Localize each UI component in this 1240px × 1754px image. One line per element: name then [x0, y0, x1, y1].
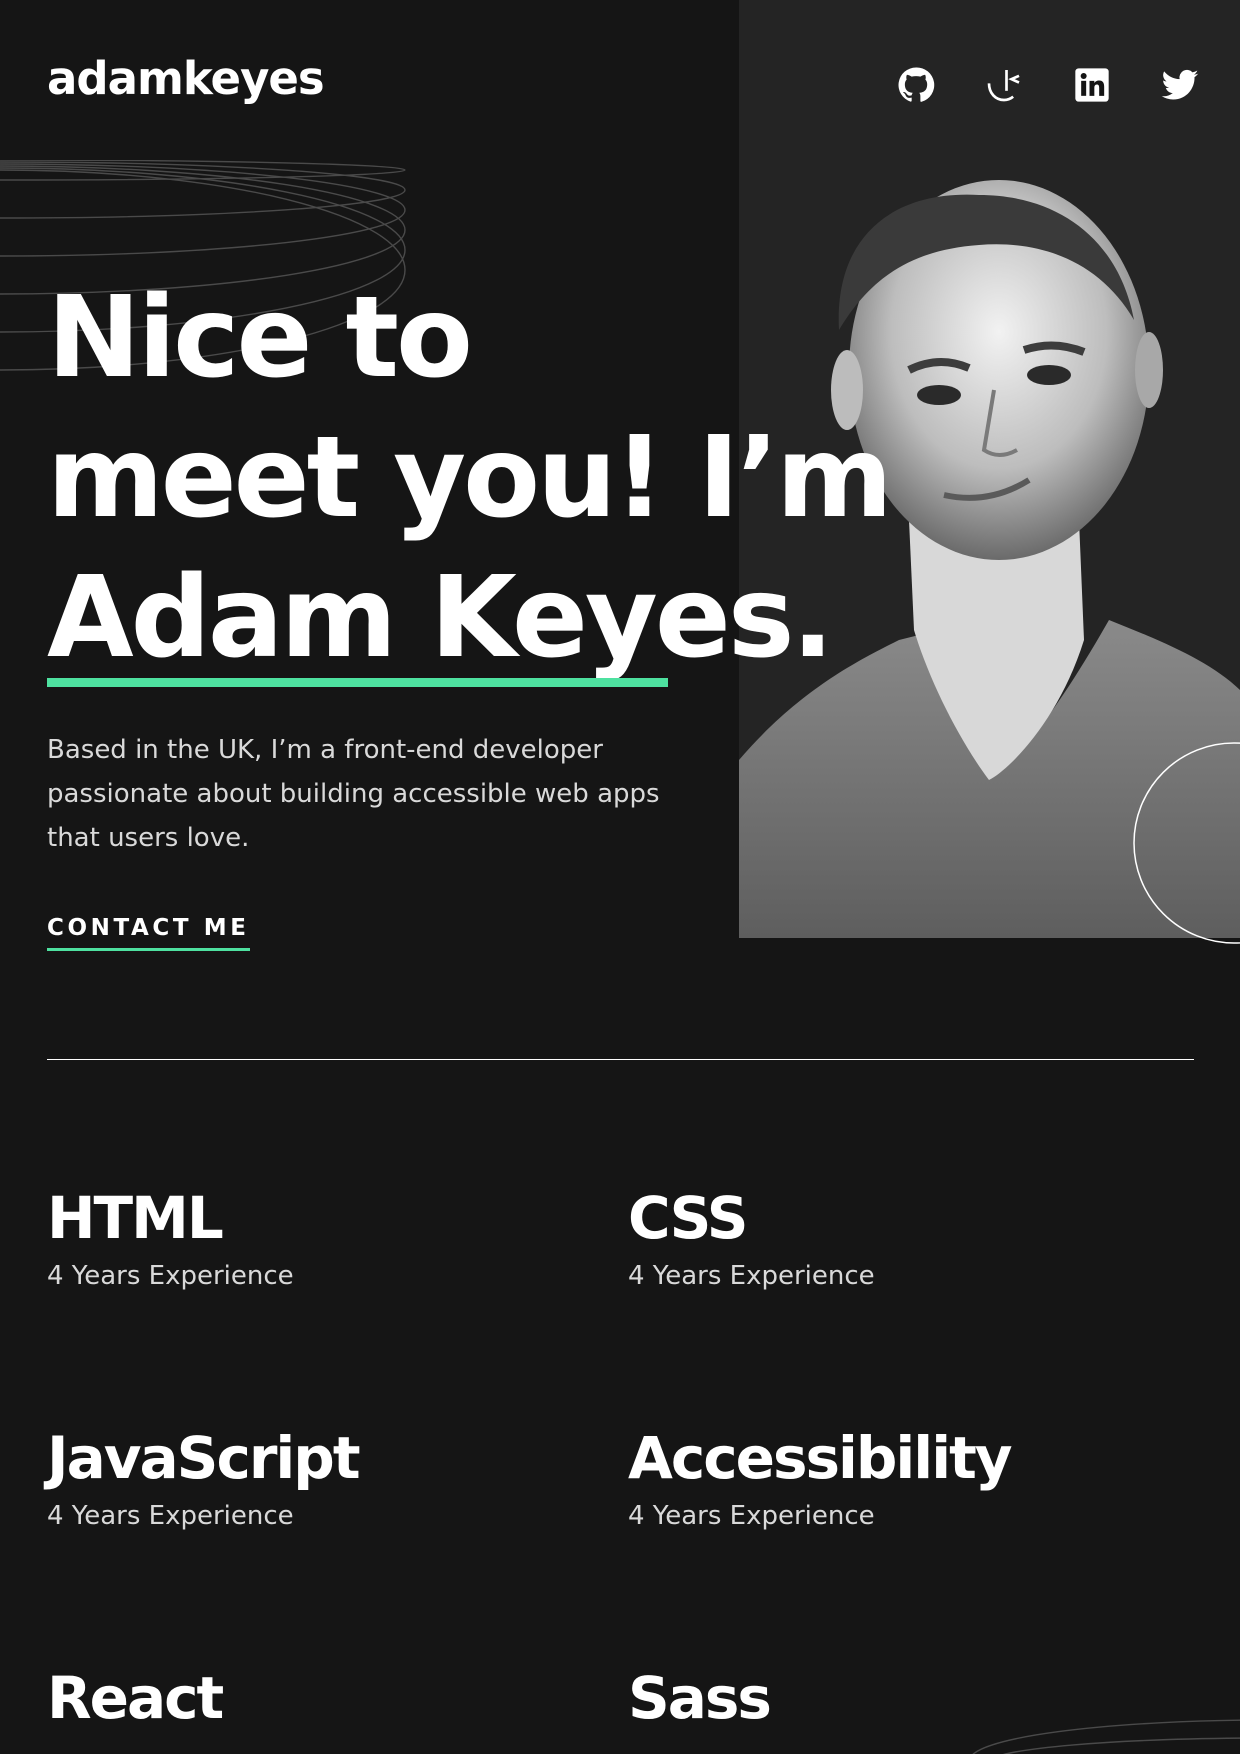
- linkedin-link[interactable]: [1071, 64, 1113, 106]
- skill-name: JavaScript: [47, 1424, 361, 1492]
- twitter-icon: [1161, 69, 1199, 100]
- social-links: [895, 64, 1201, 106]
- frontend-mentor-link[interactable]: [983, 64, 1025, 106]
- skill-experience: 4 Years Experience: [628, 1261, 875, 1291]
- skill-experience: 4 Years Experience: [47, 1501, 294, 1531]
- hero-heading-line: Adam Keyes.: [47, 553, 834, 683]
- skill-name: Sass: [628, 1664, 772, 1732]
- section-divider: [47, 1059, 1194, 1060]
- skill-item: React: [47, 1660, 607, 1736]
- skill-experience: 4 Years Experience: [47, 1261, 294, 1291]
- decorative-circle: [1133, 742, 1240, 944]
- skill-item: JavaScript 4 Years Experience: [47, 1420, 607, 1534]
- skill-experience: 4 Years Experience: [628, 1501, 875, 1531]
- github-link[interactable]: [895, 64, 937, 106]
- skill-name: HTML: [47, 1184, 224, 1252]
- skill-item: Sass: [628, 1660, 1188, 1736]
- skill-item: Accessibility 4 Years Experience: [628, 1420, 1188, 1534]
- github-icon: [898, 67, 935, 102]
- site-logo[interactable]: adamkeyes: [47, 56, 325, 101]
- portfolio-page: adamkeyes Nice to meet you! I’m Adam Key…: [0, 0, 1240, 1754]
- hero-heading-line: Nice to: [47, 273, 473, 403]
- hero-heading: Nice to meet you! I’m Adam Keyes.: [47, 268, 893, 688]
- skill-name: React: [47, 1664, 224, 1732]
- contact-me-button[interactable]: CONTACT ME: [47, 915, 250, 951]
- name-underline: [47, 678, 668, 687]
- skill-item: HTML 4 Years Experience: [47, 1180, 607, 1294]
- linkedin-icon: [1075, 68, 1109, 102]
- frontend-mentor-icon: [987, 70, 1020, 102]
- skill-item: CSS 4 Years Experience: [628, 1180, 1188, 1294]
- hero-intro: Based in the UK, I’m a front-end develop…: [47, 735, 660, 853]
- skill-name: Accessibility: [628, 1424, 1013, 1492]
- skill-name: CSS: [628, 1184, 749, 1252]
- twitter-link[interactable]: [1159, 64, 1201, 106]
- hero-heading-line: meet you! I’m: [47, 413, 893, 543]
